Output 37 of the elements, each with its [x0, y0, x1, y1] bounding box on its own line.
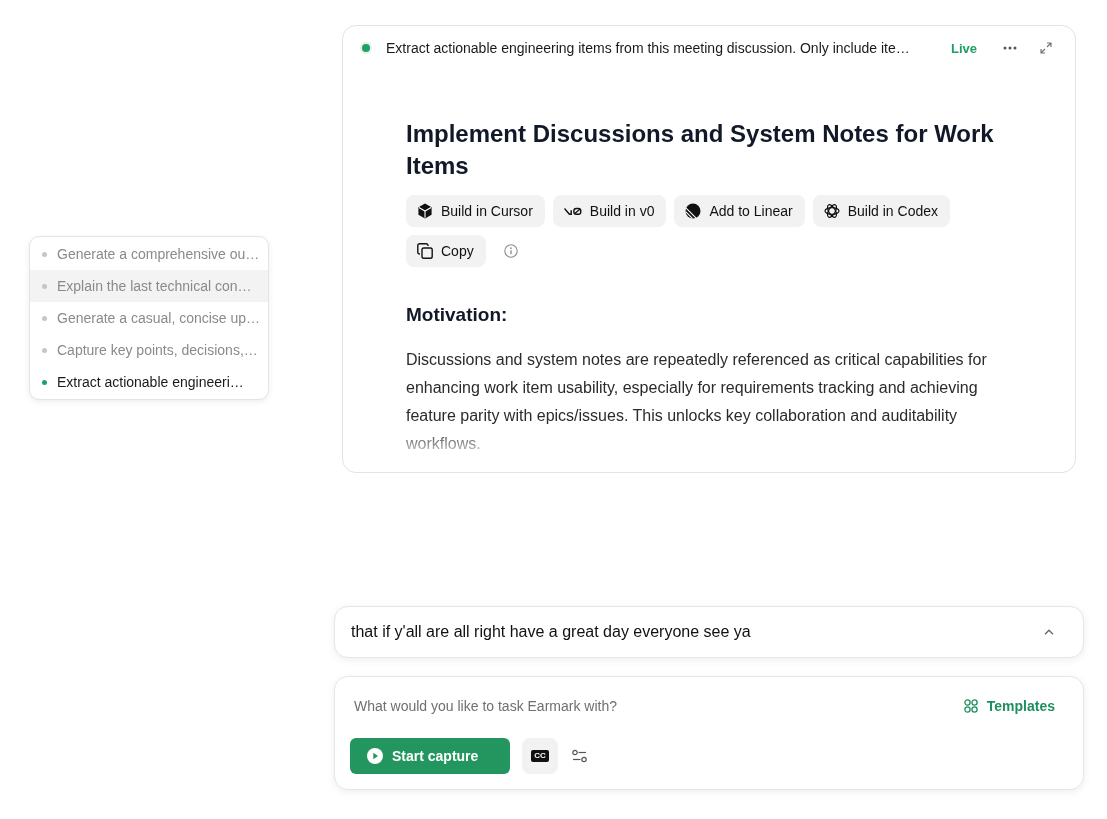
v0-logo-icon	[563, 206, 582, 216]
chevron-up-icon[interactable]	[1044, 629, 1054, 635]
info-icon[interactable]	[503, 244, 518, 258]
cursor-action-button[interactable]: Build in Cursor	[406, 195, 545, 227]
copy-action-button[interactable]: Copy	[406, 235, 486, 267]
more-icon[interactable]	[1003, 46, 1017, 50]
striped-circle-icon	[685, 203, 702, 219]
task-input[interactable]: What would you like to task Earmark with?	[350, 692, 964, 720]
prompt-text: Extract actionable engineering items from this meeting discussion. Only include ite…	[386, 40, 911, 56]
start-capture-button[interactable]: Start capture	[350, 738, 510, 774]
v0-action-button[interactable]: Build in v0	[552, 195, 667, 227]
codex-action-button[interactable]: Build in Codex	[812, 195, 950, 227]
bullet-dot-icon	[42, 347, 47, 353]
cube-icon	[417, 203, 433, 219]
linear-action-button[interactable]: Add to Linear	[674, 195, 805, 227]
bullet-dot-icon	[42, 283, 47, 289]
sliders-icon[interactable]	[572, 749, 587, 763]
play-icon	[367, 748, 383, 764]
bullet-dot-icon	[42, 315, 47, 321]
section-heading: Motivation:	[406, 303, 509, 327]
menu-item[interactable]: Capture key points, decisions,…	[30, 334, 268, 366]
live-status: Live	[951, 40, 977, 56]
copy-icon	[417, 243, 433, 259]
bullet-dot-icon	[42, 251, 47, 257]
body-paragraph: Discussions and system notes are repeatedly referenced as critical capabilities for enhancing work item usability, especially for requirements tracking and achieving feature parity with epics/issues. This unlocks key collaboration and auditability workflows.	[406, 350, 988, 454]
grid-icon	[963, 699, 978, 713]
status-dot-icon	[360, 42, 372, 54]
menu-item[interactable]: Generate a comprehensive ou…	[30, 238, 268, 270]
transcript-text: that if y'all are all right have a great day everyone see ya	[351, 623, 752, 641]
menu-item[interactable]: Generate a casual, concise up…	[30, 302, 268, 334]
expand-icon[interactable]	[1040, 42, 1052, 54]
templates-button[interactable]: Templates	[963, 698, 1055, 714]
captions-button[interactable]: CC	[522, 738, 558, 774]
menu-item[interactable]: Extract actionable engineeri…	[30, 366, 268, 398]
item-title: Implement Discussions and System Notes for Work Items	[406, 119, 995, 181]
bullet-dot-icon	[42, 379, 47, 385]
atom-icon	[823, 203, 840, 219]
